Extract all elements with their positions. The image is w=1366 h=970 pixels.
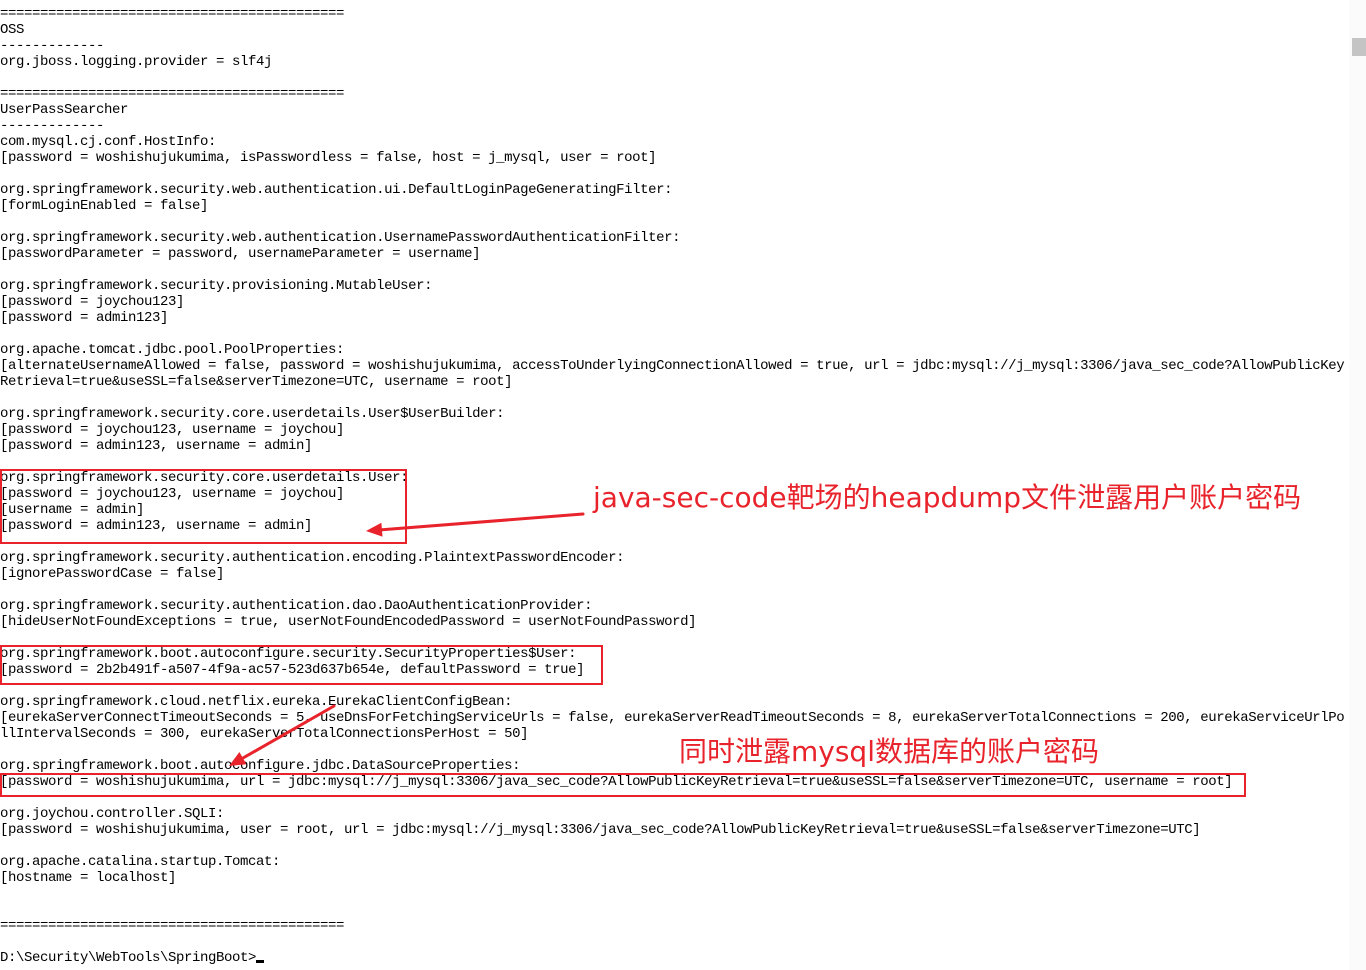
class-name-line: org.apache.tomcat.jdbc.pool.PoolProperti… bbox=[0, 342, 345, 358]
annotation-text-heapdump: java-sec-code靶场的heapdump文件泄露用户账户密码 bbox=[593, 481, 1302, 514]
separator-line: ========================================… bbox=[0, 918, 345, 934]
property-values-line: [hideUserNotFoundExceptions = true, user… bbox=[0, 614, 697, 630]
command-prompt-line[interactable]: D:\Security\WebTools\SpringBoot> bbox=[0, 950, 1349, 966]
prompt-path: D:\Security\WebTools\SpringBoot> bbox=[0, 950, 257, 966]
class-name-line: org.springframework.security.core.userde… bbox=[0, 406, 505, 422]
section-divider: ------------- bbox=[0, 118, 105, 134]
class-name-line: org.springframework.security.provisionin… bbox=[0, 278, 433, 294]
highlight-box-security-properties bbox=[0, 645, 603, 685]
class-name-line: org.springframework.security.web.authent… bbox=[0, 182, 673, 198]
class-name-line: org.springframework.security.authenticat… bbox=[0, 550, 625, 566]
property-values-line: Retrieval=true&useSSL=false&serverTimezo… bbox=[0, 374, 513, 390]
property-values-line: [hostname = localhost] bbox=[0, 870, 177, 886]
highlight-box-user-credentials bbox=[0, 469, 407, 544]
vertical-scrollbar[interactable] bbox=[1349, 0, 1366, 970]
text-cursor bbox=[256, 960, 265, 963]
property-line: org.jboss.logging.provider = slf4j bbox=[0, 54, 273, 70]
property-values-line: [eurekaServerConnectTimeoutSeconds = 5, … bbox=[0, 710, 1345, 726]
class-name-line: org.springframework.boot.autoconfigure.j… bbox=[0, 758, 521, 774]
property-values-line: [password = admin123] bbox=[0, 310, 169, 326]
separator-line: ========================================… bbox=[0, 6, 345, 22]
class-name-line: com.mysql.cj.conf.HostInfo: bbox=[0, 134, 217, 150]
scrollbar-thumb[interactable] bbox=[1352, 38, 1366, 56]
property-values-line: [alternateUsernameAllowed = false, passw… bbox=[0, 358, 1345, 374]
class-name-line: org.springframework.security.web.authent… bbox=[0, 230, 681, 246]
section-title: OSS bbox=[0, 22, 25, 38]
class-name-line: org.joychou.controller.SQLI: bbox=[0, 806, 225, 822]
section-title: UserPassSearcher bbox=[0, 102, 129, 118]
property-values-line: [password = joychou123] bbox=[0, 294, 185, 310]
property-values-line: llIntervalSeconds = 300, eurekaServerTot… bbox=[0, 726, 529, 742]
property-values-line: [passwordParameter = password, usernameP… bbox=[0, 246, 481, 262]
property-values-line: [password = woshishujukumima, user = roo… bbox=[0, 822, 1201, 838]
section-divider: ------------- bbox=[0, 38, 105, 54]
annotation-text-mysql: 同时泄露mysql数据库的账户密码 bbox=[679, 735, 1099, 768]
property-values-line: [formLoginEnabled = false] bbox=[0, 198, 209, 214]
property-values-line: [ignorePasswordCase = false] bbox=[0, 566, 225, 582]
separator-line: ========================================… bbox=[0, 86, 345, 102]
property-values-line: [password = joychou123, username = joych… bbox=[0, 422, 345, 438]
class-name-line: org.apache.catalina.startup.Tomcat: bbox=[0, 854, 281, 870]
property-values-line: [password = woshishujukumima, isPassword… bbox=[0, 150, 657, 166]
class-name-line: org.springframework.cloud.netflix.eureka… bbox=[0, 694, 513, 710]
property-values-line: [password = admin123, username = admin] bbox=[0, 438, 313, 454]
highlight-box-datasource-properties bbox=[0, 773, 1246, 797]
class-name-line: org.springframework.security.authenticat… bbox=[0, 598, 593, 614]
